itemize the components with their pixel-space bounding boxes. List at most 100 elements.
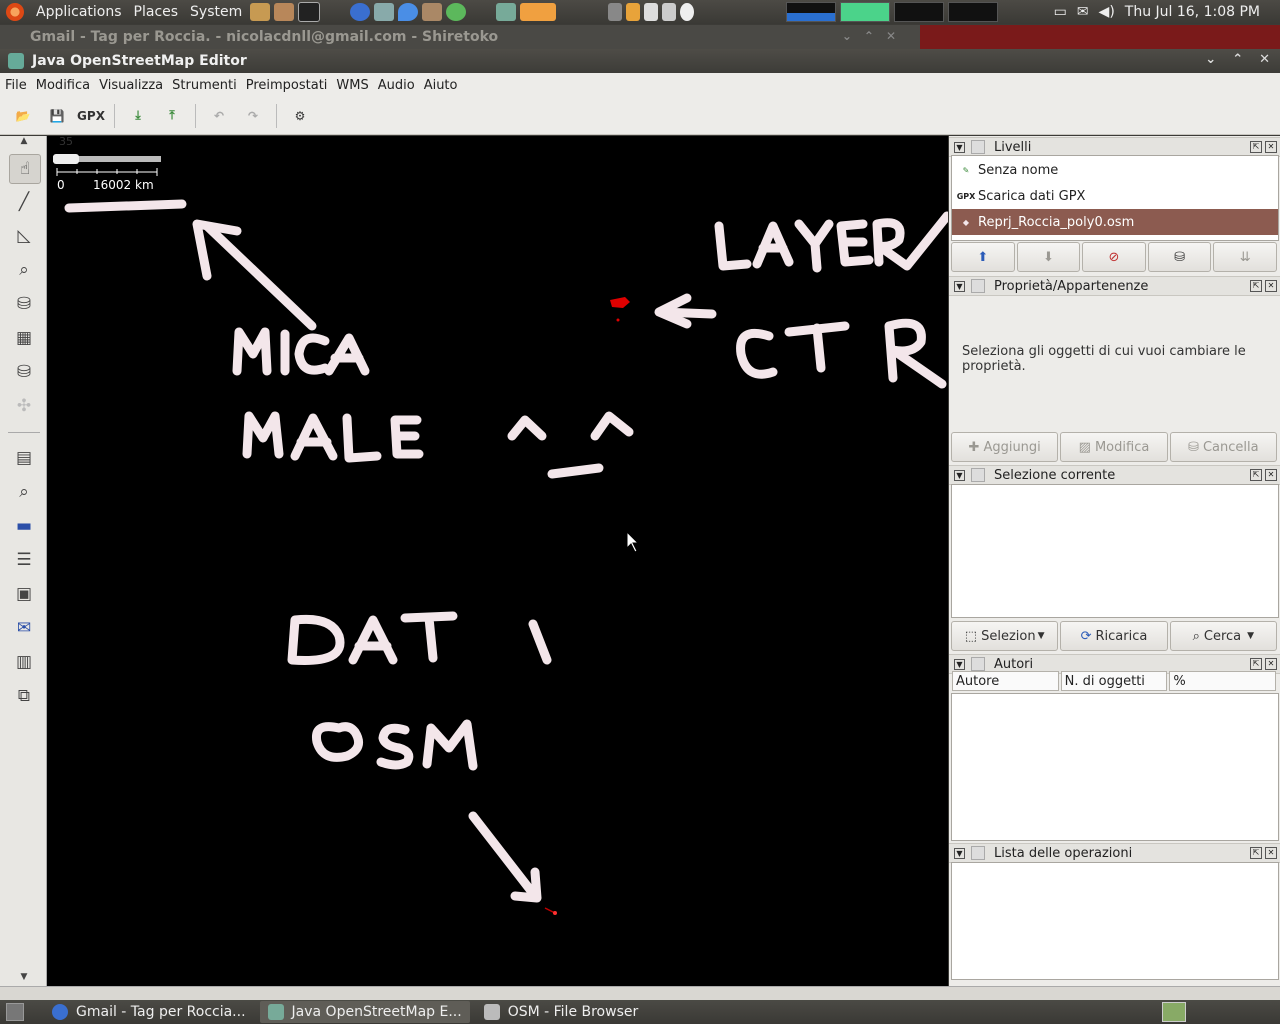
toggle-visibility-button[interactable]: ⊘ (1082, 242, 1146, 272)
select-tool-icon[interactable]: ☝ (9, 154, 41, 184)
show-desktop-icon[interactable] (6, 1003, 24, 1021)
selection-toggle-icon[interactable]: ▬ (9, 512, 39, 540)
redo-icon[interactable]: ↷ (240, 103, 266, 129)
search-button[interactable]: ⌕ Cerca ▼ (1169, 621, 1277, 651)
collapse-icon[interactable]: ▼ (954, 141, 965, 153)
launcher-icon[interactable] (274, 3, 295, 21)
josm-launcher-icon[interactable] (496, 3, 517, 21)
play-icon[interactable] (446, 3, 467, 21)
select-button[interactable]: ⬚ Selezion ▼ (951, 621, 1059, 651)
close-icon[interactable]: ✕ (1265, 658, 1277, 670)
display-icon[interactable]: ▭ (1054, 4, 1067, 20)
layer-row[interactable]: ✎ Senza nome (952, 157, 1278, 183)
layers-dialog-title[interactable]: ▼ Livelli ⇱ ✕ (949, 137, 1280, 157)
properties-dialog-title[interactable]: ▼ Proprietà/Appartenenze ⇱ ✕ (949, 276, 1280, 296)
close-icon[interactable]: ✕ (1265, 280, 1277, 292)
delete-tool-icon[interactable]: ⛁ (9, 290, 39, 318)
drive-icon[interactable] (608, 3, 623, 21)
document-icon[interactable] (644, 3, 659, 21)
move-up-button[interactable]: ⬆ (951, 242, 1015, 272)
edit-tag-button[interactable]: ▨ Modifica (1060, 432, 1168, 462)
close-icon[interactable]: ✕ (1265, 847, 1277, 859)
layer-row[interactable]: GPX Scarica dati GPX (952, 183, 1278, 209)
close-icon[interactable]: ✕ (1265, 469, 1277, 481)
save-icon[interactable]: 💾 (44, 103, 70, 129)
history-dialog-title[interactable]: ▼ Lista delle operazioni ⇱ ✕ (949, 843, 1280, 863)
collapse-icon[interactable]: ▼ (954, 469, 965, 481)
ctr-layer-data[interactable] (610, 297, 630, 322)
column-header-count[interactable]: N. di oggetti (1060, 671, 1168, 691)
upload-icon[interactable]: ⤒ (159, 103, 185, 129)
maximize-icon[interactable]: ⌃ (1232, 52, 1243, 67)
download-icon[interactable]: ⤓ (125, 103, 151, 129)
detach-icon[interactable]: ⇱ (1250, 141, 1262, 153)
open-file-icon[interactable]: 📂 (10, 103, 36, 129)
scroll-down-icon[interactable]: ▼ (9, 972, 39, 982)
validator-toggle-icon[interactable]: ✉ (9, 614, 39, 642)
task-josm[interactable]: Java OpenStreetMap E... (259, 1001, 470, 1023)
layers-toggle-icon[interactable]: ▤ (9, 444, 39, 472)
menu-aiuto[interactable]: Aiuto (419, 78, 462, 93)
detach-icon[interactable]: ⇱ (1250, 280, 1262, 292)
menu-strumenti[interactable]: Strumenti (167, 78, 241, 93)
scroll-up-icon[interactable]: ▲ (9, 136, 39, 146)
delete-layer-button[interactable]: ⛁ (1147, 242, 1212, 272)
ubuntu-logo-icon[interactable] (6, 3, 24, 21)
draw-tool-icon[interactable]: ╱ (9, 188, 39, 216)
extrude-tool-icon[interactable]: ▦ (9, 324, 39, 352)
selection-list[interactable] (951, 484, 1279, 618)
task-file-browser[interactable]: OSM - File Browser (476, 1001, 647, 1023)
detach-icon[interactable]: ⇱ (1250, 658, 1262, 670)
layer-row-selected[interactable]: ◆ Reprj_Roccia_poly0.osm (952, 209, 1278, 235)
background-window-titlebar[interactable]: Gmail - Tag per Roccia. - nicolacdnll@gm… (0, 25, 920, 49)
image-viewer-icon[interactable] (520, 3, 557, 21)
relation-list-icon[interactable]: ☰ (9, 546, 39, 574)
minimize-icon[interactable]: ⌄ (1205, 52, 1216, 67)
history-list[interactable] (951, 862, 1279, 980)
close-icon[interactable]: ✕ (1265, 141, 1277, 153)
menu-modifica[interactable]: Modifica (31, 78, 94, 93)
delete-tag-button[interactable]: ⛁ Cancella (1169, 432, 1277, 462)
properties-toggle-icon[interactable]: ⌕ (9, 478, 39, 506)
measure-tool-icon[interactable]: ◺ (9, 222, 39, 250)
detach-icon[interactable]: ⇱ (1250, 847, 1262, 859)
reload-button[interactable]: ⟳ Ricarica (1060, 621, 1168, 651)
detach-icon[interactable]: ⇱ (1250, 469, 1262, 481)
conflict-toggle-icon[interactable]: ▣ (9, 580, 39, 608)
parallel-tool-icon[interactable]: ✣ (9, 392, 39, 420)
mail-icon[interactable]: ✉ (1077, 4, 1089, 20)
column-header-percent[interactable]: % (1169, 671, 1277, 691)
menu-wms[interactable]: WMS (331, 78, 372, 93)
collapse-icon[interactable]: ▼ (954, 658, 965, 670)
zoom-slider-handle[interactable] (53, 154, 79, 164)
drop-icon[interactable] (398, 3, 419, 21)
collapse-icon[interactable]: ▼ (954, 847, 965, 859)
merge-layer-button[interactable]: ⇊ (1213, 242, 1277, 272)
launcher-icon[interactable] (250, 3, 271, 21)
column-header-author[interactable]: Autore (952, 671, 1059, 691)
camera-icon[interactable] (662, 3, 677, 21)
clock[interactable]: Thu Jul 16, 1:08 PM (1125, 4, 1260, 20)
save-gpx-button[interactable]: GPX (77, 103, 105, 129)
folder-icon[interactable] (626, 3, 641, 21)
globe-icon[interactable] (350, 3, 371, 21)
move-down-button[interactable]: ⬇ (1016, 242, 1081, 272)
tool-icon[interactable] (422, 3, 443, 21)
josm-titlebar[interactable]: Java OpenStreetMap Editor ⌄ ⌃ ✕ (0, 49, 1280, 73)
workspace-switcher[interactable] (1162, 1002, 1186, 1022)
selection-dialog-title[interactable]: ▼ Selezione corrente ⇱ ✕ (949, 465, 1280, 485)
undo-icon[interactable]: ↶ (206, 103, 232, 129)
network-tool-icon[interactable] (374, 3, 395, 21)
preferences-icon[interactable]: ⚙ (287, 103, 313, 129)
terminal-icon[interactable] (298, 2, 321, 22)
authors-table-body[interactable] (951, 693, 1279, 841)
volume-icon[interactable]: ◀) (1099, 4, 1115, 20)
add-tag-button[interactable]: ✚ Aggiungi (951, 432, 1059, 462)
menu-preimpostati[interactable]: Preimpostati (241, 78, 332, 93)
gpx-delete-tool-icon[interactable]: ⛁ (9, 358, 39, 386)
menu-file[interactable]: File (0, 78, 31, 93)
places-menu[interactable]: Places (128, 4, 185, 20)
osm-data-points[interactable] (544, 907, 557, 915)
authors-toggle-icon[interactable]: ⧉ (9, 682, 39, 710)
close-icon[interactable]: ✕ (1259, 52, 1270, 67)
